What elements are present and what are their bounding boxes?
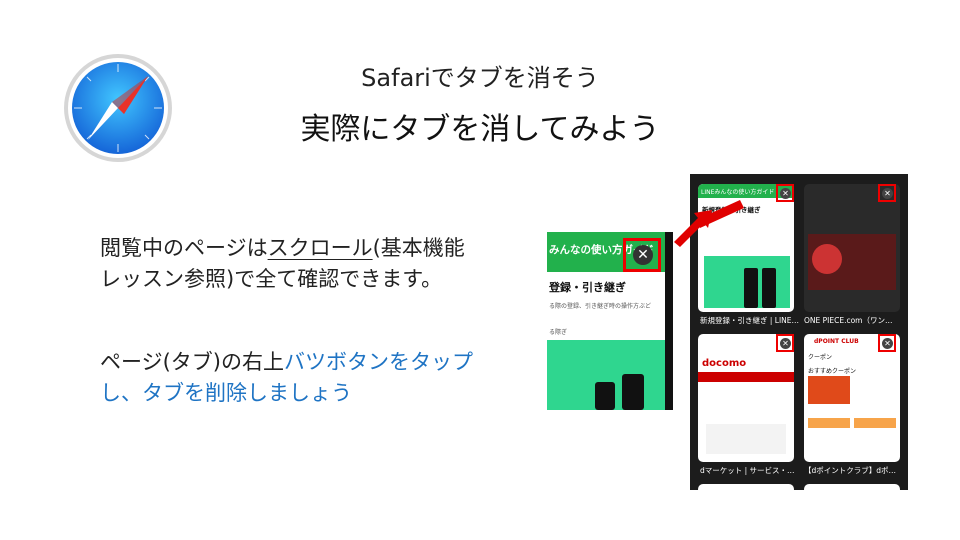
tab-close-button[interactable]: ✕	[623, 238, 661, 272]
close-icon: ✕	[882, 188, 893, 199]
zoom-description: る際の登録、引き継ぎ時の操作方ぶど	[549, 303, 652, 310]
close-icon: ✕	[780, 188, 791, 199]
tab-close-button[interactable]: ✕	[776, 184, 794, 202]
tab-card-dmarket[interactable]: docomo	[698, 334, 794, 462]
tab-caption: dマーケット | サービス・…	[700, 466, 795, 475]
highlight-text: バツボタンをタップ	[283, 350, 473, 374]
page-title: 実際にタブを消してみよう	[300, 112, 660, 147]
tab-caption: 【dポイントクラブ】dポ…	[804, 466, 897, 475]
tab-close-button[interactable]: ✕	[878, 334, 896, 352]
zoom-section-title: 登録・引き継ぎ	[549, 281, 626, 294]
close-icon: ✕	[882, 338, 893, 349]
instruction-text: (基本機能	[372, 236, 465, 260]
tab-card-dpoint[interactable]: dPOINT CLUB クーポン おすすめクーポン	[804, 334, 900, 462]
tab-card-onepiece[interactable]	[804, 184, 900, 312]
red-arrow-icon	[674, 200, 744, 247]
close-icon: ✕	[633, 245, 653, 265]
tab-brand: docomo	[702, 358, 747, 369]
instruction-close-tab: ページ(タブ)の右上バツボタンをタップ し、タブを削除しましょう	[100, 347, 540, 409]
zoom-link: る際ぎ	[549, 329, 568, 336]
safari-logo-icon	[64, 54, 172, 162]
tab-coupon-title: おすすめクーポン	[808, 368, 857, 375]
tab-caption: ONE PIECE.com（ワン…	[804, 316, 893, 325]
tab-close-button[interactable]: ✕	[776, 334, 794, 352]
scroll-term: スクロール	[267, 236, 373, 260]
highlight-text: し、タブを削除しましょう	[100, 381, 352, 405]
tab-header: LINEみんなの使い方ガイド	[701, 189, 775, 196]
tab-close-button[interactable]: ✕	[878, 184, 896, 202]
instruction-text: レッスン参照)で全て確認できます。	[100, 267, 443, 291]
instruction-text: ページ(タブ)の右上	[100, 350, 284, 374]
tab-coupon: クーポン	[808, 354, 833, 361]
instruction-scroll: 閲覧中のページはスクロール(基本機能 レッスン参照)で全て確認できます。	[100, 233, 540, 295]
tab-caption: 新規登録・引き継ぎ | LINE…	[700, 316, 800, 325]
page-subtitle: Safariでタブを消そう	[361, 64, 599, 92]
instruction-text: 閲覧中のページは	[100, 236, 268, 260]
tab-brand: dPOINT CLUB	[814, 338, 859, 345]
zoomed-tab-screenshot: みんなの使い方ガイド 登録・引き継ぎ る際の登録、引き継ぎ時の操作方ぶど る際ぎ…	[547, 232, 673, 410]
close-icon: ✕	[780, 338, 791, 349]
